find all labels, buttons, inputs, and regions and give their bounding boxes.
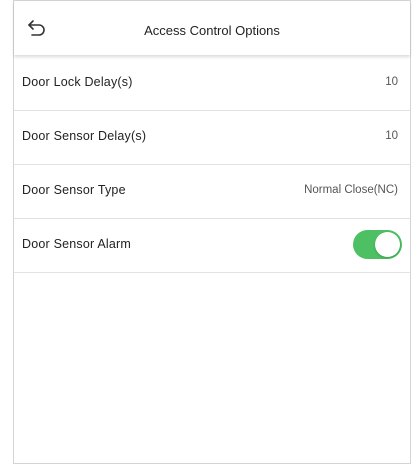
setting-door-sensor-alarm: Door Sensor Alarm: [14, 219, 410, 273]
setting-value: 10: [385, 130, 398, 142]
door-sensor-alarm-toggle[interactable]: [353, 230, 402, 259]
setting-label: Door Sensor Delay(s): [22, 129, 147, 143]
page-title: Access Control Options: [144, 23, 280, 38]
toggle-knob: [375, 232, 400, 257]
settings-list: Door Lock Delay(s) 10 Door Sensor Delay(…: [14, 57, 410, 273]
setting-door-sensor-type[interactable]: Door Sensor Type Normal Close(NC): [14, 165, 410, 219]
settings-screen: Access Control Options Door Lock Delay(s…: [13, 0, 411, 464]
setting-value: 10: [385, 76, 398, 88]
setting-door-lock-delay[interactable]: Door Lock Delay(s) 10: [14, 57, 410, 111]
setting-label: Door Sensor Alarm: [22, 237, 131, 251]
setting-label: Door Sensor Type: [22, 183, 126, 197]
header-bar: Access Control Options: [14, 1, 410, 55]
setting-label: Door Lock Delay(s): [22, 75, 133, 89]
setting-door-sensor-delay[interactable]: Door Sensor Delay(s) 10: [14, 111, 410, 165]
setting-value: Normal Close(NC): [304, 184, 398, 196]
